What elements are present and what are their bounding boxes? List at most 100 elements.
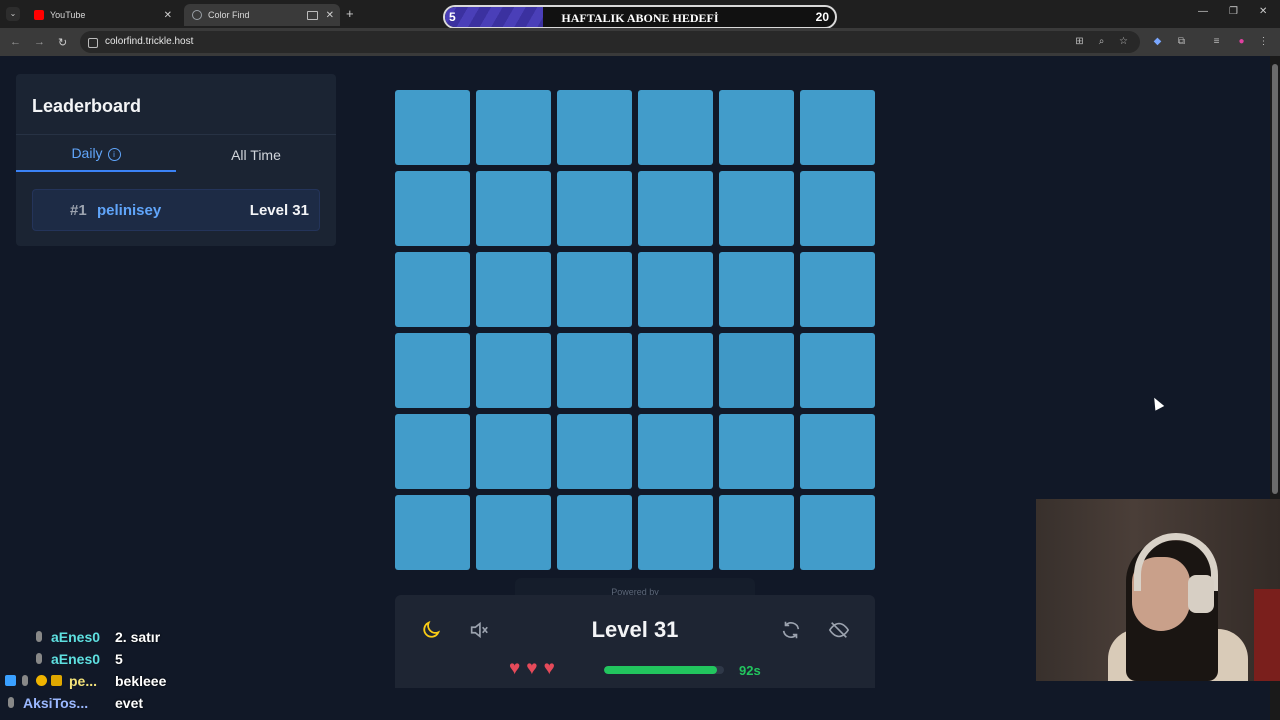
- hide-icon[interactable]: [828, 619, 850, 641]
- color-tile[interactable]: [638, 90, 713, 165]
- color-tile[interactable]: [395, 90, 470, 165]
- color-tile[interactable]: [395, 333, 470, 408]
- color-tile[interactable]: [638, 252, 713, 327]
- timer-bar-fill: [604, 666, 717, 674]
- color-tile[interactable]: [476, 171, 551, 246]
- color-tile[interactable]: [395, 171, 470, 246]
- scrollbar-thumb[interactable]: [1272, 64, 1278, 494]
- entry-rank: #1: [70, 202, 87, 219]
- color-tile[interactable]: [476, 495, 551, 570]
- tab-title: YouTube: [50, 10, 86, 20]
- leaderboard-title: Leaderboard: [32, 96, 142, 116]
- wrench-badge-icon: [8, 697, 14, 708]
- translate-icon[interactable]: ⊞: [1074, 36, 1085, 47]
- color-tile[interactable]: [800, 333, 875, 408]
- warning-badge-icon: [36, 675, 47, 686]
- chat-username: aEnes0: [51, 629, 101, 645]
- leaderboard-panel: Leaderboard Daily i All Time #1 pelinisey…: [16, 74, 336, 246]
- address-bar[interactable]: colorfind.trickle.host: [80, 31, 1140, 53]
- reload-icon[interactable]: ↻: [58, 36, 67, 49]
- color-tile[interactable]: [395, 414, 470, 489]
- chat-message: pe... bekleee: [0, 670, 250, 692]
- webcam-chair: [1254, 589, 1280, 681]
- color-tile[interactable]: [800, 90, 875, 165]
- site-info-icon[interactable]: [88, 38, 98, 48]
- restore-button[interactable]: ❐: [1229, 6, 1238, 17]
- forward-arrow-icon[interactable]: →: [34, 36, 45, 48]
- color-tile[interactable]: [557, 495, 632, 570]
- info-icon[interactable]: i: [107, 148, 121, 161]
- browser-tab-bar: ⌄ YouTube ✕ Color Find ✕ + 5 HAFTALIK AB…: [0, 0, 1280, 29]
- bookmark-star-icon[interactable]: ☆: [1118, 36, 1129, 47]
- tab-media-icon[interactable]: [307, 10, 318, 20]
- tab-close-icon[interactable]: ✕: [164, 10, 172, 21]
- color-tile[interactable]: [557, 90, 632, 165]
- heart-icon: ♥: [526, 658, 538, 679]
- stream-goal-title: HAFTALIK ABONE HEDEFİ: [561, 11, 719, 25]
- minimize-button[interactable]: —: [1198, 6, 1208, 17]
- divider: [16, 134, 336, 135]
- chat-username: pe...: [69, 673, 98, 689]
- stream-goal-bar: 5 HAFTALIK ABONE HEDEFİ 20: [443, 5, 837, 29]
- chat-text: 5: [115, 651, 123, 667]
- color-tile[interactable]: [557, 414, 632, 489]
- media-control-icon[interactable]: ≡: [1211, 36, 1222, 47]
- restart-icon[interactable]: [780, 619, 802, 641]
- timer-seconds: 92s: [739, 663, 761, 678]
- color-tile[interactable]: [557, 252, 632, 327]
- menu-kebab-icon[interactable]: ⋮: [1258, 36, 1269, 47]
- color-tile[interactable]: [800, 414, 875, 489]
- tab-all-time[interactable]: All Time: [176, 138, 336, 172]
- color-tile[interactable]: [476, 252, 551, 327]
- browser-toolbar: ← → ↻ colorfind.trickle.host ⊞ ⌕ ☆ ◆ ⧉ ≡…: [0, 28, 1280, 56]
- close-window-button[interactable]: ✕: [1259, 6, 1267, 17]
- color-tile[interactable]: [638, 171, 713, 246]
- headphone-cup: [1188, 575, 1214, 613]
- tab-title: Color Find: [208, 10, 250, 20]
- color-tile[interactable]: [476, 90, 551, 165]
- profile-avatar-icon[interactable]: ●: [1236, 36, 1247, 47]
- tab-daily[interactable]: Daily i: [16, 138, 176, 172]
- color-tile[interactable]: [800, 252, 875, 327]
- entry-player-name: pelinisey: [97, 202, 162, 219]
- color-tile[interactable]: [638, 495, 713, 570]
- color-tile[interactable]: [800, 171, 875, 246]
- leaderboard-entry: #1 pelinisey Level 31: [32, 189, 320, 231]
- chat-username: aEnes0: [51, 651, 101, 667]
- color-tile[interactable]: [719, 90, 794, 165]
- extensions-puzzle-icon[interactable]: ⧉: [1176, 36, 1187, 47]
- color-tile[interactable]: [395, 495, 470, 570]
- timer-bar: [604, 666, 724, 674]
- color-tile[interactable]: [719, 414, 794, 489]
- heart-icon: ♥: [543, 658, 555, 679]
- crown-badge-icon: [51, 675, 62, 686]
- tab-color-find[interactable]: Color Find ✕: [184, 4, 340, 26]
- color-tile[interactable]: [557, 333, 632, 408]
- color-tile[interactable]: [557, 171, 632, 246]
- back-arrow-icon[interactable]: ←: [10, 36, 21, 48]
- chat-message: aEnes0 2. satır: [0, 626, 250, 648]
- color-tile[interactable]: [476, 414, 551, 489]
- color-tile[interactable]: [719, 495, 794, 570]
- webcam-overlay: [1036, 499, 1280, 681]
- heart-icon: ♥: [509, 658, 521, 679]
- wrench-badge-icon: [36, 653, 42, 664]
- color-tile[interactable]: [476, 333, 551, 408]
- new-tab-button[interactable]: +: [346, 6, 354, 21]
- cube-badge-icon: [5, 675, 16, 686]
- color-tile[interactable]: [638, 333, 713, 408]
- chat-username: AksiTos...: [23, 695, 89, 711]
- color-tile[interactable]: [638, 414, 713, 489]
- color-tile[interactable]: [395, 252, 470, 327]
- color-tile[interactable]: [719, 333, 794, 408]
- color-tile[interactable]: [800, 495, 875, 570]
- color-tile[interactable]: [719, 171, 794, 246]
- chat-text: evet: [115, 695, 144, 711]
- tab-search-button[interactable]: ⌄: [6, 7, 20, 21]
- extension-icon[interactable]: ◆: [1152, 36, 1163, 47]
- tab-youtube[interactable]: YouTube ✕: [26, 4, 178, 26]
- tab-close-icon[interactable]: ✕: [326, 10, 334, 21]
- color-tile[interactable]: [719, 252, 794, 327]
- url-text[interactable]: colorfind.trickle.host: [105, 36, 193, 47]
- zoom-icon[interactable]: ⌕: [1096, 36, 1107, 47]
